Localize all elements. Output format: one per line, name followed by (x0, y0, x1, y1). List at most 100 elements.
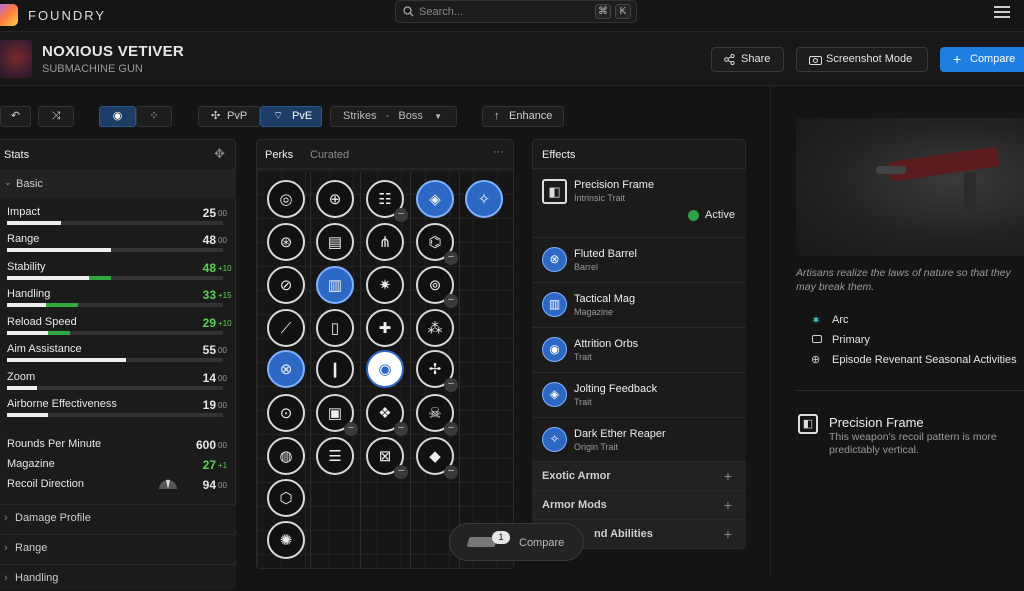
stat-name: Reload Speed (7, 316, 77, 328)
ammo-icon (812, 335, 822, 343)
tactical-mag-perk-icon[interactable]: ▥ (316, 266, 354, 304)
plus-icon: + (723, 526, 732, 542)
barrel-perk-icon[interactable]: ◎ (267, 180, 305, 218)
active-dot (688, 210, 699, 221)
stat-bar-fill (7, 248, 111, 252)
slot-label: Primary (832, 334, 870, 346)
magazine-perk-icon[interactable]: ☰ (316, 437, 354, 475)
stat-name: Aim Assistance (7, 343, 82, 355)
trait-perk-icon[interactable]: ✚ (366, 309, 404, 347)
barrel-perk-icon[interactable]: ⊛ (267, 223, 305, 261)
more-options-icon[interactable]: ··· (493, 146, 504, 158)
handling-section[interactable]: › Handling (0, 564, 236, 590)
trait-perk-icon[interactable]: ◆ – (416, 437, 458, 479)
stat-name: Airborne Effectiveness (7, 398, 117, 410)
jolting-feedback-perk-icon[interactable]: ◈ (416, 180, 454, 218)
stat-impact: Impact 25 00 (7, 206, 227, 233)
barrel-perk-icon[interactable]: ⊙ (267, 394, 305, 432)
stat-bar (7, 303, 223, 307)
magazine-perk-icon[interactable]: ❙ (316, 350, 354, 388)
fluted-barrel-perk-icon[interactable]: ⊗ (267, 350, 305, 388)
trait-perk-icon[interactable]: ⋔ (366, 223, 404, 261)
chevron-right-icon: › (4, 572, 8, 584)
stat-name: Stability (7, 261, 46, 273)
kbd-command: ⌘ (595, 4, 611, 19)
randomize-button[interactable]: ⤨ (38, 106, 74, 127)
section-label: nd Abilities (594, 528, 653, 540)
trait-perk-icon[interactable]: ⊚ – (416, 266, 458, 308)
frame-description: This weapon's recoil pattern is more pre… (829, 431, 997, 456)
effect-row[interactable]: ◈ Jolting Feedback Trait (532, 372, 746, 417)
trait-perk-icon[interactable]: ❖ – (366, 394, 408, 436)
stat-bonus: 00 (218, 236, 227, 245)
trait-perk-icon[interactable]: ✢ – (416, 350, 458, 392)
trait-perk-icon[interactable]: ⁂ (416, 309, 454, 347)
source-label: Episode Revenant Seasonal Activities (832, 354, 1017, 366)
stat-bar (7, 221, 223, 225)
stat-name: Handling (7, 288, 51, 300)
effect-name: Attrition Orbs (574, 338, 639, 350)
enhance-button[interactable]: ↑ Enhance (482, 106, 564, 127)
circle-icon: ◉ (112, 110, 123, 122)
pve-toggle[interactable]: ⌔ PvE (260, 106, 322, 127)
intrinsic-effect[interactable]: ◧ Precision Frame Intrinsic Trait Active (532, 168, 746, 237)
chevron-right-icon: › (4, 512, 8, 524)
effect-row[interactable]: ▥ Tactical Mag Magazine (532, 282, 746, 327)
effect-row[interactable]: ⊗ Fluted Barrel Barrel (532, 237, 746, 282)
trait-perk-icon[interactable]: ☷ – (366, 180, 408, 222)
search-input[interactable]: Search... ⌘ K (395, 0, 637, 23)
compare-button[interactable]: + Compare (940, 47, 1024, 72)
tactical-mag-icon: ▥ (542, 292, 567, 317)
undo-button[interactable]: ↶ (0, 106, 31, 127)
stat-zoom: Zoom 14 00 (7, 371, 227, 398)
view-single-button[interactable]: ◉ (99, 106, 136, 127)
view-grid-button[interactable]: ⁘ (136, 106, 172, 127)
tab-perks[interactable]: Perks (265, 149, 293, 161)
screenshot-mode-label: Screenshot Mode (826, 53, 913, 65)
move-icon[interactable]: ✥ (214, 146, 225, 162)
magazine-perk-icon[interactable]: ▣ – (316, 394, 358, 436)
dark-ether-reaper-perk-icon[interactable]: ✧ (465, 180, 503, 218)
magazine-perk-icon[interactable]: ▯ (316, 309, 354, 347)
trait-perk-icon[interactable]: ⌬ – (416, 223, 458, 265)
stat-bar-fill (7, 221, 61, 225)
range-section[interactable]: › Range (0, 534, 236, 560)
screenshot-mode-button[interactable]: Screenshot Mode (796, 47, 928, 72)
section-label: Damage Profile (15, 512, 91, 524)
barrel-perk-icon[interactable]: ⟋ (267, 309, 305, 347)
barrel-perk-icon[interactable]: ⬡ (267, 479, 305, 517)
exotic-armor-section[interactable]: Exotic Armor + (532, 461, 746, 490)
effect-row[interactable]: ◉ Attrition Orbs Trait (532, 327, 746, 372)
barrel-perk-icon[interactable]: ✺ (267, 521, 305, 559)
dark-ether-reaper-icon: ✧ (542, 427, 567, 452)
barrel-perk-icon[interactable]: ⊘ (267, 266, 305, 304)
damage-profile-section[interactable]: › Damage Profile (0, 504, 236, 530)
stat-airborne-effectiveness: Airborne Effectiveness 19 00 (7, 398, 227, 425)
effect-type: Magazine (574, 307, 614, 317)
barrel-perk-icon[interactable]: ◍ (267, 437, 305, 475)
plus-icon: + (723, 497, 732, 513)
trait-perk-icon[interactable]: ✷ (366, 266, 404, 304)
activity-select[interactable]: Strikes - Boss ▼ (330, 106, 457, 127)
pvp-toggle[interactable]: ✣ PvP (198, 106, 260, 127)
stat-bonus: 00 (218, 481, 227, 490)
weapon-body (888, 146, 1000, 182)
attrition-orbs-perk-icon[interactable]: ◉ (366, 350, 404, 388)
trait-perk-icon[interactable]: ☠ – (416, 394, 458, 436)
share-button[interactable]: Share (711, 47, 784, 72)
stat-name: Zoom (7, 371, 36, 383)
effect-type: Barrel (574, 262, 599, 272)
foundry-logo[interactable] (0, 4, 18, 26)
activity-label: Strikes (343, 110, 377, 122)
trait-perk-icon[interactable]: ⊠ – (366, 437, 408, 479)
stat-aim-assistance: Aim Assistance 55 00 (7, 343, 227, 370)
magazine-perk-icon[interactable]: ▤ (316, 223, 354, 261)
effect-row[interactable]: ✧ Dark Ether Reaper Origin Trait (532, 417, 746, 461)
stat-bar (7, 386, 223, 390)
tab-curated[interactable]: Curated (310, 149, 349, 161)
armor-mods-section[interactable]: Armor Mods + (532, 490, 746, 519)
stat-name: Magazine (7, 458, 55, 470)
chevron-down-icon: ▼ (434, 112, 442, 121)
hamburger-menu-icon[interactable] (994, 6, 1010, 18)
magazine-perk-icon[interactable]: ⊕ (316, 180, 354, 218)
